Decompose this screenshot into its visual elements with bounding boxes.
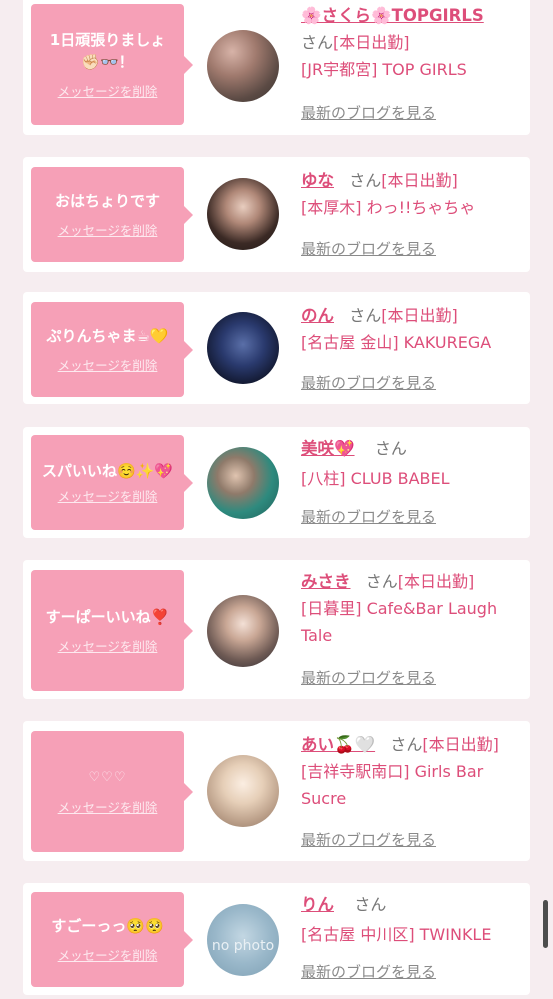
message-text: すーぱーいいね❣️ — [45, 608, 170, 626]
shop-name: [名古屋 金山] KAKUREGA — [301, 333, 492, 352]
honorific: さん — [354, 895, 387, 914]
delete-message-link[interactable]: メッセージを削除 — [58, 486, 158, 505]
honorific: さん — [390, 735, 423, 754]
honorific: さん — [349, 306, 382, 325]
shop-name: [名古屋 中川区] TWINKLE — [301, 925, 492, 944]
delete-message-link[interactable]: メッセージを削除 — [58, 355, 158, 374]
cast-info: あい🍒🤍 さん[本日出勤] [吉祥寺駅南口] Girls Bar Sucre — [301, 731, 526, 812]
honorific: さん — [349, 171, 382, 190]
avatar[interactable] — [207, 30, 279, 102]
message-text: ぷりんちゃま☕💛 — [46, 327, 169, 345]
shop-name: [本厚木] わっ!!ちゃちゃ — [301, 198, 476, 217]
shop-name: [吉祥寺駅南口] Girls Bar Sucre — [301, 762, 484, 808]
avatar[interactable] — [207, 312, 279, 384]
cast-info: ゆな さん[本日出勤] [本厚木] わっ!!ちゃちゃ — [301, 167, 526, 221]
message-card: すーぱーいいね❣️ メッセージを削除 みさき さん[本日出勤] [日暮里] Ca… — [23, 560, 530, 699]
view-blog-link[interactable]: 最新のブログを見る — [301, 372, 436, 393]
avatar[interactable] — [207, 178, 279, 250]
shop-name: [日暮里] Cafe&Bar Laugh Tale — [301, 599, 498, 645]
cast-name-link[interactable]: 美咲💖 — [301, 439, 355, 458]
message-text: おはちょりです — [54, 192, 160, 210]
delete-message-link[interactable]: メッセージを削除 — [58, 797, 158, 816]
message-bubble: ぷりんちゃま☕💛 メッセージを削除 — [31, 302, 193, 397]
message-bubble: 1日頑張りましょ✊🏻👓！ メッセージを削除 — [31, 4, 193, 125]
working-badge: [本日出勤] — [422, 735, 499, 754]
message-text: スパいいね☺️✨💖 — [41, 462, 174, 480]
message-card: おはちょりです メッセージを削除 ゆな さん[本日出勤] [本厚木] わっ!!ち… — [23, 157, 530, 272]
honorific: さん — [365, 572, 398, 591]
message-bubble: すごーっっ🥺🥺 メッセージを削除 — [31, 892, 193, 987]
view-blog-link[interactable]: 最新のブログを見る — [301, 506, 436, 527]
cast-info: 🌸さくら🌸TOPGIRLS さん[本日出勤] [JR宇都宮] TOP GIRLS — [301, 2, 526, 83]
cast-name-link[interactable]: のん — [301, 306, 334, 325]
cast-info: のん さん[本日出勤] [名古屋 金山] KAKUREGA — [301, 302, 526, 356]
message-card: ぷりんちゃま☕💛 メッセージを削除 のん さん[本日出勤] [名古屋 金山] K… — [23, 292, 530, 404]
working-badge: [本日出勤] — [381, 171, 458, 190]
message-card: スパいいね☺️✨💖 メッセージを削除 美咲💖 さん [八柱] CLUB BABE… — [23, 427, 530, 538]
cast-name-link[interactable]: あい🍒🤍 — [301, 735, 375, 754]
message-text: ♡♡♡ — [88, 770, 127, 785]
honorific: さん — [301, 33, 334, 52]
cast-info: 美咲💖 さん [八柱] CLUB BABEL — [301, 435, 526, 492]
delete-message-link[interactable]: メッセージを削除 — [58, 636, 158, 655]
scrollbar[interactable] — [543, 900, 548, 948]
message-card: すごーっっ🥺🥺 メッセージを削除 no photo りん さん [名古屋 中川区… — [23, 883, 530, 995]
message-card: ♡♡♡ メッセージを削除 あい🍒🤍 さん[本日出勤] [吉祥寺駅南口] Girl… — [23, 721, 530, 861]
message-card: 1日頑張りましょ✊🏻👓！ メッセージを削除 🌸さくら🌸TOPGIRLS さん[本… — [23, 0, 530, 135]
message-text: すごーっっ🥺🥺 — [51, 917, 164, 935]
cast-info: みさき さん[本日出勤] [日暮里] Cafe&Bar Laugh Tale — [301, 568, 526, 649]
message-bubble: ♡♡♡ メッセージを削除 — [31, 731, 193, 852]
avatar[interactable] — [207, 447, 279, 519]
shop-name: [八柱] CLUB BABEL — [301, 469, 450, 488]
no-photo-text: no photo — [211, 938, 275, 954]
avatar[interactable] — [207, 755, 279, 827]
working-badge: [本日出勤] — [381, 306, 458, 325]
view-blog-link[interactable]: 最新のブログを見る — [301, 829, 436, 850]
honorific: さん — [374, 439, 407, 458]
cast-info: りん さん [名古屋 中川区] TWINKLE — [301, 891, 526, 948]
working-badge: [本日出勤] — [333, 33, 410, 52]
view-blog-link[interactable]: 最新のブログを見る — [301, 961, 436, 982]
cast-name-link[interactable]: 🌸さくら🌸TOPGIRLS — [301, 6, 484, 25]
message-text: 1日頑張りましょ✊🏻👓！ — [49, 31, 166, 71]
view-blog-link[interactable]: 最新のブログを見る — [301, 102, 436, 123]
view-blog-link[interactable]: 最新のブログを見る — [301, 238, 436, 259]
cast-name-link[interactable]: ゆな — [301, 171, 334, 190]
working-badge: [本日出勤] — [397, 572, 475, 591]
delete-message-link[interactable]: メッセージを削除 — [58, 81, 158, 100]
message-bubble: スパいいね☺️✨💖 メッセージを削除 — [31, 435, 193, 530]
view-blog-link[interactable]: 最新のブログを見る — [301, 667, 436, 688]
message-bubble: おはちょりです メッセージを削除 — [31, 167, 193, 262]
delete-message-link[interactable]: メッセージを削除 — [58, 945, 158, 964]
cast-name-link[interactable]: りん — [301, 895, 334, 914]
delete-message-link[interactable]: メッセージを削除 — [58, 220, 158, 239]
message-bubble: すーぱーいいね❣️ メッセージを削除 — [31, 570, 193, 691]
avatar[interactable] — [207, 595, 279, 667]
shop-name: [JR宇都宮] TOP GIRLS — [301, 60, 467, 79]
cast-name-link[interactable]: みさき — [301, 572, 351, 591]
avatar[interactable]: no photo — [207, 904, 279, 976]
